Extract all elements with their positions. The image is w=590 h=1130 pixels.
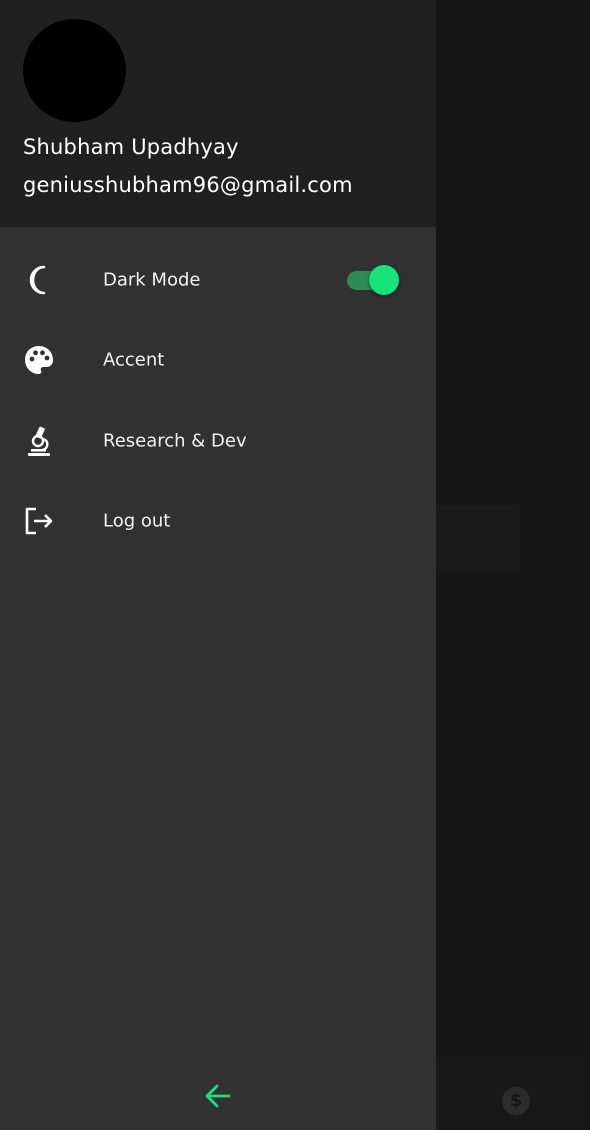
menu-item-dark-mode[interactable]: Dark Mode: [0, 240, 436, 320]
menu-label-log-out: Log out: [103, 510, 171, 532]
arrow-left-icon: [204, 1083, 232, 1113]
palette-icon: [22, 343, 56, 377]
user-name: Shubham Upadhyay: [23, 135, 239, 159]
avatar[interactable]: [23, 19, 126, 122]
menu-item-accent[interactable]: Accent: [0, 320, 436, 400]
microscope-icon: [22, 424, 56, 458]
menu-label-accent: Accent: [103, 349, 165, 371]
menu-label-research-dev: Research & Dev: [103, 430, 247, 452]
menu-item-log-out[interactable]: Log out: [0, 481, 436, 561]
back-button[interactable]: [202, 1082, 234, 1114]
dollar-coin-icon[interactable]: $: [502, 1087, 530, 1115]
navigation-drawer: Shubham Upadhyay geniusshubham96@gmail.c…: [0, 0, 436, 1130]
logout-icon: [22, 504, 56, 538]
menu-item-research-dev[interactable]: Research & Dev: [0, 401, 436, 481]
moon-icon: [22, 263, 56, 297]
user-email: geniusshubham96@gmail.com: [23, 173, 353, 197]
drawer-header: Shubham Upadhyay geniusshubham96@gmail.c…: [0, 0, 436, 227]
background-card: [436, 505, 520, 573]
toggle-thumb: [369, 265, 399, 295]
menu-label-dark-mode: Dark Mode: [103, 269, 201, 291]
dark-mode-toggle[interactable]: [346, 265, 400, 295]
